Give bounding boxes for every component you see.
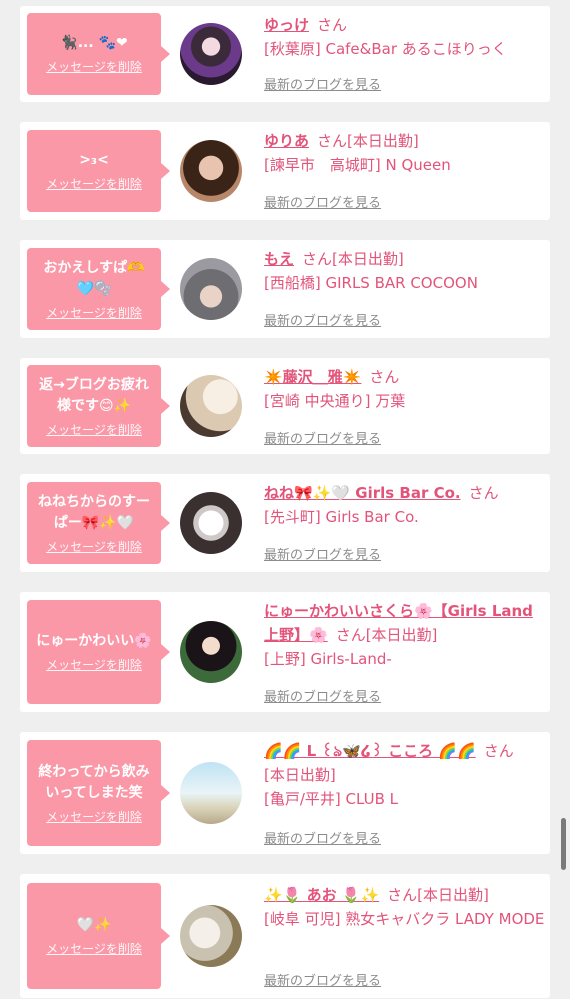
- latest-blog-link[interactable]: 最新のブログを見る: [264, 828, 381, 847]
- profile-name-link[interactable]: ✨🌷 あお 🌷✨: [264, 886, 379, 904]
- name-line: ゆりあ さん[本日出勤]: [264, 129, 546, 153]
- shop-name: [亀戸/平井] CLUB L: [264, 790, 399, 808]
- message-bubble: >₃< メッセージを削除: [27, 130, 170, 212]
- shop-name: [西船橋] GIRLS BAR COCOON: [264, 274, 478, 292]
- shop-name: [上野] Girls-Land-: [264, 650, 392, 668]
- message-card: 終わってから飲みいってしまた笑 メッセージを削除 🌈🌈 L ꒰ঌ🦋໒꒱ こころ …: [20, 732, 550, 854]
- honorific: さん: [387, 886, 418, 904]
- honorific: さん: [317, 16, 348, 34]
- profile-name-link[interactable]: ねね🎀✨🤍 Girls Bar Co.: [264, 484, 461, 502]
- message-text: おかえしすぱ🫶 🩵🫧: [43, 259, 145, 297]
- avatar[interactable]: [180, 905, 242, 967]
- profile-name-link[interactable]: ゆっけ: [264, 16, 309, 34]
- status-badge: [本日出勤]: [264, 766, 336, 784]
- message-text: にゅーかわいい🌸: [36, 633, 152, 649]
- latest-blog-link[interactable]: 最新のブログを見る: [264, 192, 381, 211]
- message-bubble: おかえしすぱ🫶 🩵🫧 メッセージを削除: [27, 248, 170, 330]
- message-card: 🐈‍⬛... 🐾❤ メッセージを削除 ゆっけ さん [秋葉原] Cafe&Bar …: [20, 6, 550, 102]
- shop-name: [先斗町] Girls Bar Co.: [264, 508, 419, 526]
- message-bubble: 終わってから飲みいってしまた笑 メッセージを削除: [27, 740, 170, 846]
- honorific: さん: [468, 484, 499, 502]
- delete-message-link[interactable]: メッセージを削除: [46, 656, 142, 673]
- scrollbar[interactable]: [561, 818, 566, 870]
- honorific: さん: [335, 626, 366, 644]
- message-text: ねねちからのすーぱー🎀✨🤍: [38, 493, 150, 531]
- profile-name-link[interactable]: ゆりあ: [264, 132, 309, 150]
- honorific: さん: [302, 250, 333, 268]
- message-text: 🐈‍⬛... 🐾❤: [60, 35, 128, 51]
- message-bubble: 返→ブログお疲れ様です😊✨ メッセージを削除: [27, 365, 170, 447]
- profile-info: にゅーかわいいさくら🌸【Girls Land上野】🌸 さん[本日出勤] [上野] …: [264, 599, 546, 671]
- message-card: 🤍✨ メッセージを削除 ✨🌷 あお 🌷✨ さん[本日出勤] [岐阜 可児] 熟女キ…: [20, 874, 550, 998]
- delete-message-link[interactable]: メッセージを削除: [46, 421, 142, 438]
- delete-message-link[interactable]: メッセージを削除: [46, 940, 142, 957]
- avatar[interactable]: [180, 375, 242, 437]
- name-line: 🌈🌈 L ꒰ঌ🦋໒꒱ こころ 🌈🌈 さん: [264, 739, 546, 763]
- honorific: さん: [317, 132, 348, 150]
- profile-info: ゆりあ さん[本日出勤] [諫早市 高城町] N Queen: [264, 129, 546, 177]
- profile-info: ねね🎀✨🤍 Girls Bar Co. さん [先斗町] Girls Bar Co…: [264, 481, 546, 529]
- profile-info: ✨🌷 あお 🌷✨ さん[本日出勤] [岐阜 可児] 熟女キャバクラ LADY MO…: [264, 883, 546, 931]
- honorific: さん: [483, 742, 514, 760]
- message-text: 🤍✨: [76, 917, 112, 933]
- latest-blog-link[interactable]: 最新のブログを見る: [264, 686, 381, 705]
- message-text: >₃<: [79, 152, 109, 168]
- shop-name: [宮崎 中央通り] 万葉: [264, 392, 406, 410]
- profile-name-link[interactable]: もえ: [264, 250, 294, 268]
- message-text: 返→ブログお疲れ様です😊✨: [39, 376, 149, 414]
- name-line: ゆっけ さん: [264, 13, 546, 37]
- shop-name: [岐阜 可児] 熟女キャバクラ LADY MODE: [264, 910, 545, 928]
- delete-message-link[interactable]: メッセージを削除: [46, 58, 142, 75]
- delete-message-link[interactable]: メッセージを削除: [46, 175, 142, 192]
- message-card: おかえしすぱ🫶 🩵🫧 メッセージを削除 もえ さん[本日出勤] [西船橋] GIR…: [20, 240, 550, 338]
- message-bubble: 🐈‍⬛... 🐾❤ メッセージを削除: [27, 13, 170, 95]
- avatar[interactable]: [180, 258, 242, 320]
- avatar[interactable]: [180, 23, 242, 85]
- message-bubble: 🤍✨ メッセージを削除: [27, 883, 170, 989]
- message-bubble: にゅーかわいい🌸 メッセージを削除: [27, 600, 170, 704]
- shop-name: [諫早市 高城町] N Queen: [264, 156, 451, 174]
- status-badge: [本日出勤]: [365, 626, 438, 644]
- name-line: ねね🎀✨🤍 Girls Bar Co. さん: [264, 481, 546, 505]
- profile-info: 🌈🌈 L ꒰ঌ🦋໒꒱ こころ 🌈🌈 さん [本日出勤] [亀戸/平井] CLUB …: [264, 739, 546, 811]
- name-line: もえ さん[本日出勤]: [264, 247, 546, 271]
- delete-message-link[interactable]: メッセージを削除: [46, 304, 142, 321]
- message-card: ねねちからのすーぱー🎀✨🤍 メッセージを削除 ねね🎀✨🤍 Girls Bar C…: [20, 474, 550, 572]
- message-card: 返→ブログお疲れ様です😊✨ メッセージを削除 ✴️藤沢＿雅✴️ さん [宮崎 中央…: [20, 358, 550, 454]
- status-badge: [本日出勤]: [417, 886, 489, 904]
- name-line: にゅーかわいいさくら🌸【Girls Land上野】🌸 さん[本日出勤]: [264, 599, 546, 647]
- message-card: >₃< メッセージを削除 ゆりあ さん[本日出勤] [諫早市 高城町] N Que…: [20, 122, 550, 220]
- delete-message-link[interactable]: メッセージを削除: [46, 808, 142, 825]
- name-line: ✴️藤沢＿雅✴️ さん: [264, 365, 546, 389]
- latest-blog-link[interactable]: 最新のブログを見る: [264, 74, 381, 93]
- avatar[interactable]: [180, 492, 242, 554]
- delete-message-link[interactable]: メッセージを削除: [46, 538, 142, 555]
- message-card: にゅーかわいい🌸 メッセージを削除 にゅーかわいいさくら🌸【Girls Land…: [20, 592, 550, 712]
- latest-blog-link[interactable]: 最新のブログを見る: [264, 544, 381, 563]
- latest-blog-link[interactable]: 最新のブログを見る: [264, 970, 381, 989]
- honorific: さん: [369, 368, 400, 386]
- message-text: 終わってから飲みいってしまた笑: [38, 763, 150, 801]
- avatar[interactable]: [180, 621, 242, 683]
- avatar[interactable]: [180, 762, 242, 824]
- profile-info: ゆっけ さん [秋葉原] Cafe&Bar あるこほりっく: [264, 13, 546, 61]
- avatar[interactable]: [180, 140, 242, 202]
- profile-info: ✴️藤沢＿雅✴️ さん [宮崎 中央通り] 万葉: [264, 365, 546, 413]
- profile-name-link[interactable]: 🌈🌈 L ꒰ঌ🦋໒꒱ こころ 🌈🌈: [264, 742, 476, 760]
- status-badge: [本日出勤]: [332, 250, 404, 268]
- latest-blog-link[interactable]: 最新のブログを見る: [264, 310, 381, 329]
- message-bubble: ねねちからのすーぱー🎀✨🤍 メッセージを削除: [27, 482, 170, 564]
- profile-info: もえ さん[本日出勤] [西船橋] GIRLS BAR COCOON: [264, 247, 546, 295]
- latest-blog-link[interactable]: 最新のブログを見る: [264, 428, 381, 447]
- name-line: ✨🌷 あお 🌷✨ さん[本日出勤]: [264, 883, 546, 907]
- shop-name: [秋葉原] Cafe&Bar あるこほりっく: [264, 40, 507, 58]
- profile-name-link[interactable]: ✴️藤沢＿雅✴️: [264, 368, 361, 386]
- status-badge: [本日出勤]: [347, 132, 419, 150]
